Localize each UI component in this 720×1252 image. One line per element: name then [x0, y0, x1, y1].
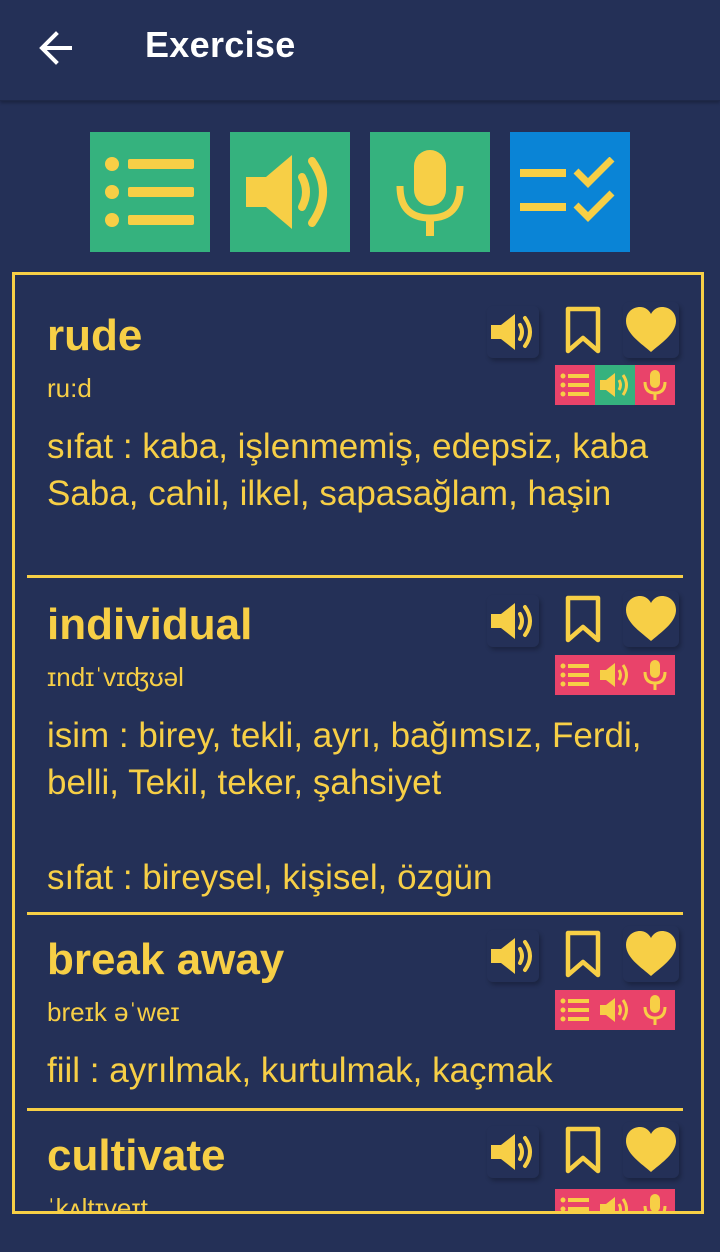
microphone-icon [643, 1194, 667, 1211]
speaker-icon [246, 155, 327, 229]
microphone-icon [643, 660, 667, 690]
speaker-icon [600, 663, 628, 687]
play-audio-button[interactable] [487, 595, 539, 647]
word-card[interactable]: cultivate ˈkʌltɪveɪt [15, 1111, 701, 1214]
list-icon [105, 157, 194, 227]
arrow-left-icon [39, 31, 72, 65]
progress-badges [555, 365, 675, 405]
list-mode-button[interactable] [90, 132, 210, 252]
page-title: Exercise [145, 24, 296, 65]
bookmark-button[interactable] [557, 928, 609, 980]
list-icon [560, 1197, 589, 1211]
quiz-mode-button[interactable] [510, 132, 630, 252]
speaker-icon [491, 314, 532, 350]
speaker-icon [491, 938, 532, 974]
speaker-icon [491, 603, 532, 639]
speaker-icon [600, 1197, 628, 1211]
listen-progress-badge [595, 365, 635, 405]
heart-icon [626, 307, 676, 352]
bookmark-icon [565, 595, 601, 643]
app-bar: Exercise [0, 0, 720, 101]
list-progress-badge [555, 365, 595, 405]
word-title: rude [47, 311, 143, 360]
progress-badges [555, 1189, 675, 1211]
speak-progress-badge [635, 365, 675, 405]
heart-icon [626, 596, 676, 641]
speak-progress-badge [635, 990, 675, 1030]
word-title: break away [47, 935, 285, 984]
word-title: cultivate [47, 1131, 226, 1180]
list-icon [560, 998, 589, 1022]
list-icon [560, 373, 589, 397]
bookmark-icon [565, 1126, 601, 1174]
bookmark-button[interactable] [557, 1124, 609, 1176]
word-meaning: isim : birey, tekli, ayrı, bağımsız, Fer… [47, 716, 642, 802]
word-title: individual [47, 600, 253, 649]
checklist-icon [520, 157, 615, 222]
listen-progress-badge [595, 1189, 635, 1211]
speaker-icon [600, 998, 628, 1022]
favorite-button[interactable] [623, 591, 679, 647]
word-pronunciation: ˈkʌltɪveɪt [47, 1193, 148, 1214]
bookmark-button[interactable] [557, 304, 609, 356]
word-pronunciation: ru:d [47, 373, 92, 403]
bookmark-icon [565, 306, 601, 354]
progress-badges [555, 990, 675, 1030]
word-card[interactable]: break away breɪk əˈweɪ fiil : ayrılmak, … [15, 915, 701, 1108]
speaker-icon [600, 373, 628, 397]
speak-progress-badge [635, 1189, 675, 1211]
word-pronunciation: breɪk əˈweɪ [47, 997, 180, 1027]
list-progress-badge [555, 655, 595, 695]
favorite-button[interactable] [623, 926, 679, 982]
favorite-button[interactable] [623, 1122, 679, 1178]
bookmark-icon [565, 930, 601, 978]
heart-icon [626, 1127, 676, 1172]
word-meaning: sıfat : kaba, işlenmemiş, edepsiz, kaba … [47, 427, 649, 513]
list-progress-badge [555, 1189, 595, 1211]
word-card[interactable]: rude ru:d sıfat : kaba, işlenmemiş, edep… [15, 275, 701, 578]
play-audio-button[interactable] [487, 306, 539, 358]
listen-progress-badge [595, 655, 635, 695]
list-icon [560, 663, 589, 687]
play-audio-button[interactable] [487, 1126, 539, 1178]
word-meaning: fiil : ayrılmak, kurtulmak, kaçmak [47, 1051, 553, 1090]
word-pronunciation: ɪndɪˈvɪʤʊəl [47, 662, 184, 692]
listen-mode-button[interactable] [230, 132, 350, 252]
favorite-button[interactable] [623, 302, 679, 358]
list-progress-badge [555, 990, 595, 1030]
play-audio-button[interactable] [487, 930, 539, 982]
progress-badges [555, 655, 675, 695]
back-button[interactable] [34, 26, 78, 70]
heart-icon [626, 931, 676, 976]
speaker-icon [491, 1134, 532, 1170]
speak-progress-badge [635, 655, 675, 695]
listen-progress-badge [595, 990, 635, 1030]
word-list: rude ru:d sıfat : kaba, işlenmemiş, edep… [12, 272, 704, 1214]
word-card[interactable]: individual ɪndɪˈvɪʤʊəl isim : birey, tek… [15, 578, 701, 912]
microphone-icon [643, 995, 667, 1025]
speak-mode-button[interactable] [370, 132, 490, 252]
word-meaning: sıfat : bireysel, kişisel, özgün [47, 858, 493, 897]
microphone-icon [396, 150, 464, 236]
microphone-icon [643, 370, 667, 400]
bookmark-button[interactable] [557, 593, 609, 645]
